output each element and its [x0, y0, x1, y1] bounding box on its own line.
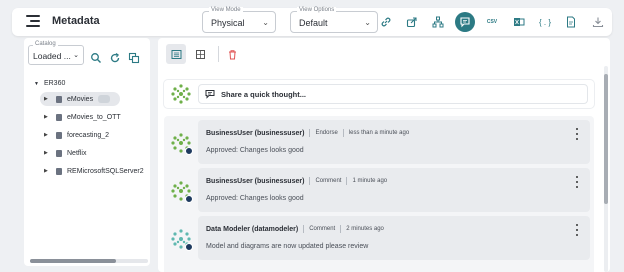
- tree-item[interactable]: ▶ REMicrosoftSQLServer2: [40, 164, 158, 178]
- csv-label: CSV: [486, 19, 498, 25]
- trash-icon: [228, 49, 236, 59]
- view-mode-value: Physical: [211, 18, 245, 28]
- comment-feed: BusinessUser (businessuser) Endorse less…: [164, 116, 594, 272]
- comment-message: Approved: Changes looks good: [206, 195, 304, 202]
- view-options-value: Default: [299, 18, 328, 28]
- catalog-panel: Catalog Loaded ... ⌄ ▼ ER360 ▶ eMovies ▶ …: [24, 38, 150, 266]
- file-icon: [56, 131, 62, 139]
- comment-card: Data Modeler (datamodeler) Comment 2 min…: [198, 216, 590, 260]
- caret-right-icon: ▶: [44, 150, 48, 156]
- comment-message: Model and diagrams are now updated pleas…: [206, 243, 369, 250]
- tree-item[interactable]: ▶ Netflix: [40, 146, 86, 160]
- tree-item[interactable]: ▶ eMovies: [40, 92, 120, 106]
- comment-action: Comment: [309, 226, 336, 232]
- download-icon[interactable]: [588, 12, 608, 32]
- menu-toggle-icon[interactable]: [26, 15, 40, 29]
- view-options-select[interactable]: View Options Default ⌄: [290, 7, 378, 33]
- verified-icon: [185, 243, 193, 251]
- view-mode-label: View Mode: [209, 7, 243, 13]
- comment-user: Data Modeler (datamodeler): [206, 225, 299, 233]
- comments-icon[interactable]: [455, 12, 475, 32]
- more-options-icon[interactable]: [574, 224, 580, 236]
- tree-item-label: Netflix: [67, 149, 87, 157]
- comment-action: Comment: [315, 178, 342, 184]
- view-options-label: View Options: [297, 7, 337, 13]
- file-icon: [56, 167, 62, 175]
- toolbar-divider: [218, 46, 219, 62]
- top-bar: Metadata View Mode Physical ⌄ View Optio…: [12, 7, 612, 36]
- grid-view-icon: [195, 49, 205, 59]
- comment-time: less than a minute ago: [348, 130, 410, 136]
- json-label: { . }: [538, 17, 551, 27]
- comments-panel: Share a quick thought... BusinessUser (b…: [158, 38, 610, 272]
- copy-icon[interactable]: [128, 51, 142, 65]
- comment-message: Approved: Changes looks good: [206, 147, 304, 154]
- tree-item-label: REMicrosoftSQLServer2: [67, 167, 144, 175]
- list-view-button[interactable]: [166, 44, 186, 64]
- caret-down-icon: ▼: [34, 81, 39, 87]
- comment-user: BusinessUser (businessuser): [206, 129, 305, 137]
- file-icon: [56, 95, 62, 103]
- tree-item[interactable]: ▶ forecasting_2: [40, 128, 109, 142]
- caret-right-icon: ▶: [44, 132, 48, 138]
- comment-input[interactable]: Share a quick thought...: [198, 84, 588, 104]
- user-avatar: [170, 228, 193, 251]
- tree-item[interactable]: ▶ eMovies_to_OTT: [40, 110, 121, 124]
- tree-item-label: forecasting_2: [67, 131, 110, 139]
- pdf-icon[interactable]: [561, 12, 581, 32]
- chat-bubble-icon: [205, 90, 215, 99]
- search-icon[interactable]: [90, 51, 104, 65]
- hierarchy-icon[interactable]: [428, 12, 448, 32]
- chevron-down-icon: ⌄: [364, 18, 371, 27]
- tree-root[interactable]: ▼ ER360: [34, 80, 65, 87]
- link-icon[interactable]: [376, 12, 396, 32]
- vertical-scrollbar[interactable]: [604, 66, 608, 272]
- page-title: Metadata: [52, 15, 100, 27]
- verified-icon: [185, 195, 193, 203]
- user-avatar: [170, 132, 193, 155]
- tree-item-label: eMovies_to_OTT: [67, 113, 121, 121]
- catalog-select[interactable]: Catalog Loaded ... ⌄: [28, 41, 84, 65]
- catalog-value: Loaded ...: [33, 51, 71, 61]
- chevron-down-icon: ⌄: [73, 52, 79, 59]
- caret-right-icon: ▶: [44, 96, 48, 102]
- excel-icon[interactable]: [509, 12, 529, 32]
- model-badge-icon: [98, 95, 111, 103]
- list-view-icon: [171, 49, 181, 59]
- comment-placeholder: Share a quick thought...: [221, 89, 307, 99]
- file-icon: [56, 113, 62, 121]
- comment-user: BusinessUser (businessuser): [206, 177, 305, 185]
- user-avatar: [171, 84, 191, 104]
- comment-card: BusinessUser (businessuser) Comment 1 mi…: [198, 168, 590, 212]
- more-options-icon[interactable]: [574, 128, 580, 140]
- user-avatar: [170, 180, 193, 203]
- chevron-down-icon: ⌄: [262, 18, 269, 27]
- more-options-icon[interactable]: [574, 176, 580, 188]
- comment-time: 1 minute ago: [352, 178, 388, 184]
- caret-right-icon: ▶: [44, 114, 48, 120]
- scrollbar-thumb[interactable]: [30, 259, 116, 263]
- scrollbar-thumb[interactable]: [604, 74, 608, 204]
- delete-button[interactable]: [222, 44, 242, 64]
- tree-item-label: eMovies: [67, 95, 94, 103]
- json-icon[interactable]: { . }: [535, 12, 555, 32]
- comment-time: 2 minutes ago: [346, 226, 384, 232]
- grid-view-button[interactable]: [190, 44, 210, 64]
- caret-right-icon: ▶: [44, 168, 48, 174]
- csv-export-icon[interactable]: CSV: [482, 12, 502, 32]
- verified-icon: [185, 147, 193, 155]
- file-icon: [56, 149, 62, 157]
- compose-box: Share a quick thought...: [164, 80, 594, 108]
- horizontal-scrollbar[interactable]: [30, 259, 148, 263]
- view-mode-select[interactable]: View Mode Physical ⌄: [202, 7, 276, 33]
- refresh-icon[interactable]: [109, 51, 123, 65]
- tree-root-label: ER360: [43, 80, 66, 87]
- catalog-label: Catalog: [33, 41, 58, 47]
- share-icon[interactable]: [402, 12, 422, 32]
- comment-card: BusinessUser (businessuser) Endorse less…: [198, 120, 590, 164]
- comment-action: Endorse: [315, 130, 338, 136]
